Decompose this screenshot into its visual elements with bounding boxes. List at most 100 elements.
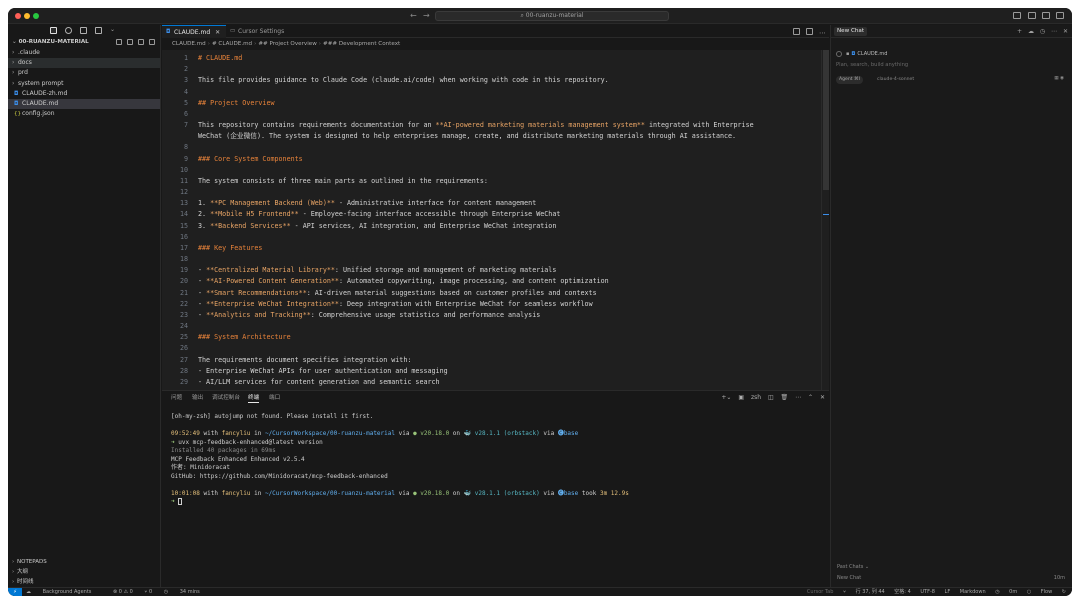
code-line[interactable]: 2: [162, 64, 829, 75]
cursor-position[interactable]: 行 37, 列 44: [856, 589, 885, 595]
new-folder-icon[interactable]: [127, 39, 134, 45]
context-file[interactable]: CLAUDE.md: [857, 51, 887, 57]
language-mode[interactable]: Markdown: [960, 589, 986, 595]
breadcrumb-h2[interactable]: ## Project Overview: [258, 41, 316, 47]
explorer-header[interactable]: ⌄ 00-RUANZU-MATERIAL: [8, 37, 160, 48]
code-line[interactable]: 7 This repository contains requirements d…: [162, 120, 829, 131]
code-line[interactable]: 3 This file provides guidance to Claude C…: [162, 75, 829, 86]
code-line[interactable]: 12: [162, 187, 829, 198]
chat-input-box[interactable]: ▪ ◘ CLAUDE.md Plan, search, build anything…: [836, 50, 1068, 100]
maximize-window-button[interactable]: [33, 13, 39, 19]
tree-item-docs[interactable]: › docs: [8, 58, 160, 69]
tab-problems[interactable]: 问题: [171, 394, 182, 403]
back-arrow-icon[interactable]: ←: [410, 11, 417, 20]
code-editor[interactable]: 1 # CLAUDE.md 2 3 This file provides guidanc…: [162, 50, 829, 390]
toggle-secondary-sidebar-icon[interactable]: [1041, 12, 1050, 19]
timer[interactable]: ◷ 0m: [995, 589, 1017, 595]
tab-output[interactable]: 输出: [192, 394, 203, 403]
maximize-panel-icon[interactable]: ⌃: [808, 394, 813, 401]
code-line[interactable]: 27 The requirements document specifies in…: [162, 355, 829, 366]
code-line[interactable]: 13 1. **PC Management Backend (Web)** - A…: [162, 198, 829, 209]
customize-layout-icon[interactable]: [1056, 12, 1064, 19]
breadcrumb-h3[interactable]: ### Development Context: [323, 41, 400, 47]
code-line[interactable]: 29 - AI/LLM services for content generati…: [162, 377, 829, 388]
list-item[interactable]: New Chat 10m: [837, 573, 1069, 584]
past-chats-header[interactable]: Past Chats ⌄: [837, 562, 1069, 573]
section-outline[interactable]: 大纲: [8, 567, 161, 577]
code-line[interactable]: 24: [162, 321, 829, 332]
chat-input[interactable]: Plan, search, build anything: [836, 62, 1068, 70]
code-line[interactable]: 14 2. **Mobile H5 Frontend** - Employee-f…: [162, 209, 829, 220]
trash-icon[interactable]: 🗑: [781, 394, 789, 401]
code-line[interactable]: 9 ### Core System Components: [162, 154, 829, 165]
problems-count[interactable]: ⊗ 0 ⚠ 0: [113, 589, 133, 595]
toggle-sidebar-icon[interactable]: [1013, 12, 1022, 19]
tab-cursor-settings[interactable]: ▭ Cursor Settings: [226, 25, 296, 38]
tab-claude-md[interactable]: ◘ CLAUDE.md ✕: [162, 25, 226, 38]
tree-item-config-json[interactable]: {}config.json: [8, 109, 160, 119]
chevron-down-icon[interactable]: ⌄: [110, 26, 115, 33]
tree-item-claude-folder[interactable]: › .claude: [8, 48, 160, 58]
more-actions-icon[interactable]: ⋯: [795, 394, 801, 401]
close-icon[interactable]: ✕: [215, 29, 220, 36]
source-control-icon[interactable]: [80, 27, 87, 34]
breadcrumb-h1[interactable]: # CLAUDE.md: [212, 41, 252, 47]
code-line[interactable]: 8: [162, 142, 829, 153]
encoding[interactable]: UTF-8: [920, 589, 935, 595]
files-icon[interactable]: [50, 27, 57, 34]
more-actions-icon[interactable]: ⋯: [1051, 28, 1057, 35]
flow-status[interactable]: ○ Flow: [1027, 589, 1052, 595]
branch-icon[interactable]: ⑂: [843, 589, 846, 595]
ports-count[interactable]: ⑂ 0: [144, 589, 152, 595]
search-icon[interactable]: [65, 27, 72, 34]
code-line[interactable]: 5 ## Project Overview: [162, 98, 829, 109]
close-window-button[interactable]: [15, 13, 21, 19]
code-line[interactable]: 10: [162, 165, 829, 176]
code-line[interactable]: 26: [162, 343, 829, 354]
breadcrumb-file[interactable]: CLAUDE.md: [172, 41, 206, 47]
terminal-shell-icon[interactable]: ▣ zsh: [738, 394, 761, 401]
indentation[interactable]: 空格: 4: [894, 589, 910, 595]
code-line[interactable]: 23 - **Analytics and Tracking**: Comprehe…: [162, 310, 829, 321]
code-line[interactable]: WeChat (企业微信). The system is designed to…: [162, 131, 829, 142]
refresh-icon[interactable]: [138, 39, 145, 45]
code-line[interactable]: 4: [162, 87, 829, 98]
code-line[interactable]: 20 - **AI-Powered Content Generation**: A…: [162, 276, 829, 287]
attach-image-icon[interactable]: ▦ ◉: [1054, 76, 1064, 81]
history-icon[interactable]: ◷: [1040, 28, 1045, 35]
split-editor-icon[interactable]: [805, 28, 813, 35]
tree-item-system-prompt[interactable]: › system prompt: [8, 79, 160, 89]
tab-ports[interactable]: 端口: [269, 394, 280, 403]
code-line[interactable]: 21 - **Smart Recommendations**: AI-driven…: [162, 288, 829, 299]
forward-arrow-icon[interactable]: →: [423, 11, 430, 20]
background-agents[interactable]: ☁ Background Agents: [26, 589, 101, 595]
remote-indicator[interactable]: ⚡: [8, 588, 22, 596]
close-icon[interactable]: ✕: [1063, 28, 1068, 35]
add-context-icon[interactable]: [836, 50, 842, 57]
toggle-panel-icon[interactable]: [1027, 12, 1036, 19]
eol[interactable]: LF: [945, 589, 951, 595]
new-file-icon[interactable]: [116, 39, 123, 45]
section-timeline[interactable]: 时间线: [8, 577, 161, 587]
code-line[interactable]: 16: [162, 232, 829, 243]
split-terminal-icon[interactable]: ◫: [768, 394, 774, 401]
tree-item-prd[interactable]: › prd: [8, 68, 160, 78]
terminal-output[interactable]: [oh-my-zsh] autojump not found. Please i…: [171, 413, 821, 507]
code-line[interactable]: 6: [162, 109, 829, 120]
session-time[interactable]: ◷ 34 mins: [164, 589, 210, 595]
open-preview-icon[interactable]: [792, 28, 800, 35]
cloud-icon[interactable]: ☁: [1028, 28, 1034, 35]
tree-item-claude-md[interactable]: ◘ CLAUDE.md: [8, 98, 160, 110]
minimize-window-button[interactable]: [24, 13, 30, 19]
code-line[interactable]: 28 - Enterprise WeChat APIs for user auth…: [162, 366, 829, 377]
close-panel-icon[interactable]: ✕: [820, 394, 825, 401]
code-line[interactable]: 15 3. **Backend Services** - API services…: [162, 221, 829, 232]
tab-new-chat[interactable]: New Chat: [834, 27, 868, 36]
command-center-search[interactable]: ⌕ 00-ruanzu-material: [435, 11, 669, 21]
new-terminal-icon[interactable]: +⌄: [721, 394, 731, 401]
tree-item-claude-zh-md[interactable]: ◘ CLAUDE-zh.md: [8, 89, 160, 99]
extensions-icon[interactable]: [95, 27, 102, 34]
code-line[interactable]: 25 ### System Architecture: [162, 332, 829, 343]
code-line[interactable]: 1 # CLAUDE.md: [162, 53, 829, 64]
cursor-tab-status[interactable]: Cursor Tab: [807, 589, 834, 595]
